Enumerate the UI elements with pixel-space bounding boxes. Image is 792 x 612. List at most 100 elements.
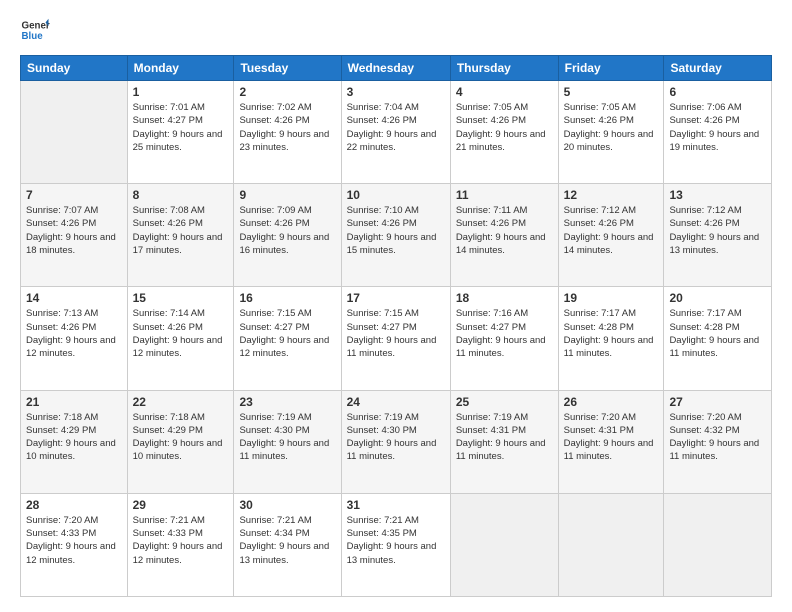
day-info: Sunrise: 7:21 AM Sunset: 4:35 PM Dayligh… (347, 514, 445, 567)
day-number: 21 (26, 395, 122, 409)
day-number: 13 (669, 188, 766, 202)
day-number: 31 (347, 498, 445, 512)
day-number: 30 (239, 498, 335, 512)
day-info: Sunrise: 7:19 AM Sunset: 4:31 PM Dayligh… (456, 411, 553, 464)
day-number: 11 (456, 188, 553, 202)
calendar-cell: 24 Sunrise: 7:19 AM Sunset: 4:30 PM Dayl… (341, 390, 450, 493)
day-number: 12 (564, 188, 659, 202)
day-number: 25 (456, 395, 553, 409)
calendar-cell: 7 Sunrise: 7:07 AM Sunset: 4:26 PM Dayli… (21, 184, 128, 287)
calendar-cell: 17 Sunrise: 7:15 AM Sunset: 4:27 PM Dayl… (341, 287, 450, 390)
day-info: Sunrise: 7:18 AM Sunset: 4:29 PM Dayligh… (133, 411, 229, 464)
calendar-cell: 16 Sunrise: 7:15 AM Sunset: 4:27 PM Dayl… (234, 287, 341, 390)
calendar-cell: 20 Sunrise: 7:17 AM Sunset: 4:28 PM Dayl… (664, 287, 772, 390)
calendar-cell: 23 Sunrise: 7:19 AM Sunset: 4:30 PM Dayl… (234, 390, 341, 493)
calendar-cell: 13 Sunrise: 7:12 AM Sunset: 4:26 PM Dayl… (664, 184, 772, 287)
day-info: Sunrise: 7:07 AM Sunset: 4:26 PM Dayligh… (26, 204, 122, 257)
day-info: Sunrise: 7:17 AM Sunset: 4:28 PM Dayligh… (564, 307, 659, 360)
day-number: 16 (239, 291, 335, 305)
calendar-week-row: 28 Sunrise: 7:20 AM Sunset: 4:33 PM Dayl… (21, 493, 772, 596)
calendar-cell (21, 81, 128, 184)
day-number: 2 (239, 85, 335, 99)
calendar-cell: 10 Sunrise: 7:10 AM Sunset: 4:26 PM Dayl… (341, 184, 450, 287)
calendar-cell: 15 Sunrise: 7:14 AM Sunset: 4:26 PM Dayl… (127, 287, 234, 390)
calendar-cell: 29 Sunrise: 7:21 AM Sunset: 4:33 PM Dayl… (127, 493, 234, 596)
calendar-cell: 11 Sunrise: 7:11 AM Sunset: 4:26 PM Dayl… (450, 184, 558, 287)
calendar-cell (664, 493, 772, 596)
day-number: 15 (133, 291, 229, 305)
calendar-week-row: 1 Sunrise: 7:01 AM Sunset: 4:27 PM Dayli… (21, 81, 772, 184)
day-info: Sunrise: 7:16 AM Sunset: 4:27 PM Dayligh… (456, 307, 553, 360)
calendar-cell: 3 Sunrise: 7:04 AM Sunset: 4:26 PM Dayli… (341, 81, 450, 184)
day-info: Sunrise: 7:20 AM Sunset: 4:33 PM Dayligh… (26, 514, 122, 567)
day-number: 18 (456, 291, 553, 305)
day-info: Sunrise: 7:17 AM Sunset: 4:28 PM Dayligh… (669, 307, 766, 360)
calendar-cell: 28 Sunrise: 7:20 AM Sunset: 4:33 PM Dayl… (21, 493, 128, 596)
day-info: Sunrise: 7:20 AM Sunset: 4:31 PM Dayligh… (564, 411, 659, 464)
calendar-table: SundayMondayTuesdayWednesdayThursdayFrid… (20, 55, 772, 597)
day-info: Sunrise: 7:19 AM Sunset: 4:30 PM Dayligh… (239, 411, 335, 464)
day-info: Sunrise: 7:20 AM Sunset: 4:32 PM Dayligh… (669, 411, 766, 464)
calendar-cell: 22 Sunrise: 7:18 AM Sunset: 4:29 PM Dayl… (127, 390, 234, 493)
day-info: Sunrise: 7:18 AM Sunset: 4:29 PM Dayligh… (26, 411, 122, 464)
calendar-cell: 12 Sunrise: 7:12 AM Sunset: 4:26 PM Dayl… (558, 184, 664, 287)
calendar-cell: 30 Sunrise: 7:21 AM Sunset: 4:34 PM Dayl… (234, 493, 341, 596)
calendar-cell: 31 Sunrise: 7:21 AM Sunset: 4:35 PM Dayl… (341, 493, 450, 596)
day-info: Sunrise: 7:06 AM Sunset: 4:26 PM Dayligh… (669, 101, 766, 154)
weekday-header-monday: Monday (127, 56, 234, 81)
calendar-cell: 5 Sunrise: 7:05 AM Sunset: 4:26 PM Dayli… (558, 81, 664, 184)
day-number: 1 (133, 85, 229, 99)
logo: General Blue (20, 15, 50, 45)
logo-icon: General Blue (20, 15, 50, 45)
day-number: 28 (26, 498, 122, 512)
day-number: 14 (26, 291, 122, 305)
day-number: 4 (456, 85, 553, 99)
calendar-cell: 6 Sunrise: 7:06 AM Sunset: 4:26 PM Dayli… (664, 81, 772, 184)
calendar-cell: 9 Sunrise: 7:09 AM Sunset: 4:26 PM Dayli… (234, 184, 341, 287)
weekday-header-friday: Friday (558, 56, 664, 81)
day-info: Sunrise: 7:08 AM Sunset: 4:26 PM Dayligh… (133, 204, 229, 257)
day-number: 6 (669, 85, 766, 99)
weekday-header-row: SundayMondayTuesdayWednesdayThursdayFrid… (21, 56, 772, 81)
day-number: 3 (347, 85, 445, 99)
day-info: Sunrise: 7:15 AM Sunset: 4:27 PM Dayligh… (239, 307, 335, 360)
calendar-cell: 8 Sunrise: 7:08 AM Sunset: 4:26 PM Dayli… (127, 184, 234, 287)
day-info: Sunrise: 7:11 AM Sunset: 4:26 PM Dayligh… (456, 204, 553, 257)
day-info: Sunrise: 7:19 AM Sunset: 4:30 PM Dayligh… (347, 411, 445, 464)
calendar-cell: 19 Sunrise: 7:17 AM Sunset: 4:28 PM Dayl… (558, 287, 664, 390)
calendar-cell: 2 Sunrise: 7:02 AM Sunset: 4:26 PM Dayli… (234, 81, 341, 184)
calendar-cell: 25 Sunrise: 7:19 AM Sunset: 4:31 PM Dayl… (450, 390, 558, 493)
day-info: Sunrise: 7:21 AM Sunset: 4:33 PM Dayligh… (133, 514, 229, 567)
day-info: Sunrise: 7:10 AM Sunset: 4:26 PM Dayligh… (347, 204, 445, 257)
day-number: 27 (669, 395, 766, 409)
day-number: 7 (26, 188, 122, 202)
day-number: 29 (133, 498, 229, 512)
calendar-cell: 18 Sunrise: 7:16 AM Sunset: 4:27 PM Dayl… (450, 287, 558, 390)
weekday-header-thursday: Thursday (450, 56, 558, 81)
day-info: Sunrise: 7:15 AM Sunset: 4:27 PM Dayligh… (347, 307, 445, 360)
calendar-week-row: 7 Sunrise: 7:07 AM Sunset: 4:26 PM Dayli… (21, 184, 772, 287)
calendar-cell: 1 Sunrise: 7:01 AM Sunset: 4:27 PM Dayli… (127, 81, 234, 184)
weekday-header-sunday: Sunday (21, 56, 128, 81)
page-header: General Blue (20, 15, 772, 45)
day-info: Sunrise: 7:12 AM Sunset: 4:26 PM Dayligh… (564, 204, 659, 257)
day-number: 19 (564, 291, 659, 305)
day-number: 8 (133, 188, 229, 202)
day-number: 22 (133, 395, 229, 409)
day-info: Sunrise: 7:13 AM Sunset: 4:26 PM Dayligh… (26, 307, 122, 360)
weekday-header-wednesday: Wednesday (341, 56, 450, 81)
day-number: 9 (239, 188, 335, 202)
day-info: Sunrise: 7:12 AM Sunset: 4:26 PM Dayligh… (669, 204, 766, 257)
calendar-week-row: 21 Sunrise: 7:18 AM Sunset: 4:29 PM Dayl… (21, 390, 772, 493)
calendar-cell (450, 493, 558, 596)
day-info: Sunrise: 7:05 AM Sunset: 4:26 PM Dayligh… (564, 101, 659, 154)
day-info: Sunrise: 7:01 AM Sunset: 4:27 PM Dayligh… (133, 101, 229, 154)
calendar-week-row: 14 Sunrise: 7:13 AM Sunset: 4:26 PM Dayl… (21, 287, 772, 390)
weekday-header-saturday: Saturday (664, 56, 772, 81)
day-info: Sunrise: 7:04 AM Sunset: 4:26 PM Dayligh… (347, 101, 445, 154)
day-info: Sunrise: 7:05 AM Sunset: 4:26 PM Dayligh… (456, 101, 553, 154)
day-number: 17 (347, 291, 445, 305)
day-number: 20 (669, 291, 766, 305)
weekday-header-tuesday: Tuesday (234, 56, 341, 81)
day-number: 5 (564, 85, 659, 99)
